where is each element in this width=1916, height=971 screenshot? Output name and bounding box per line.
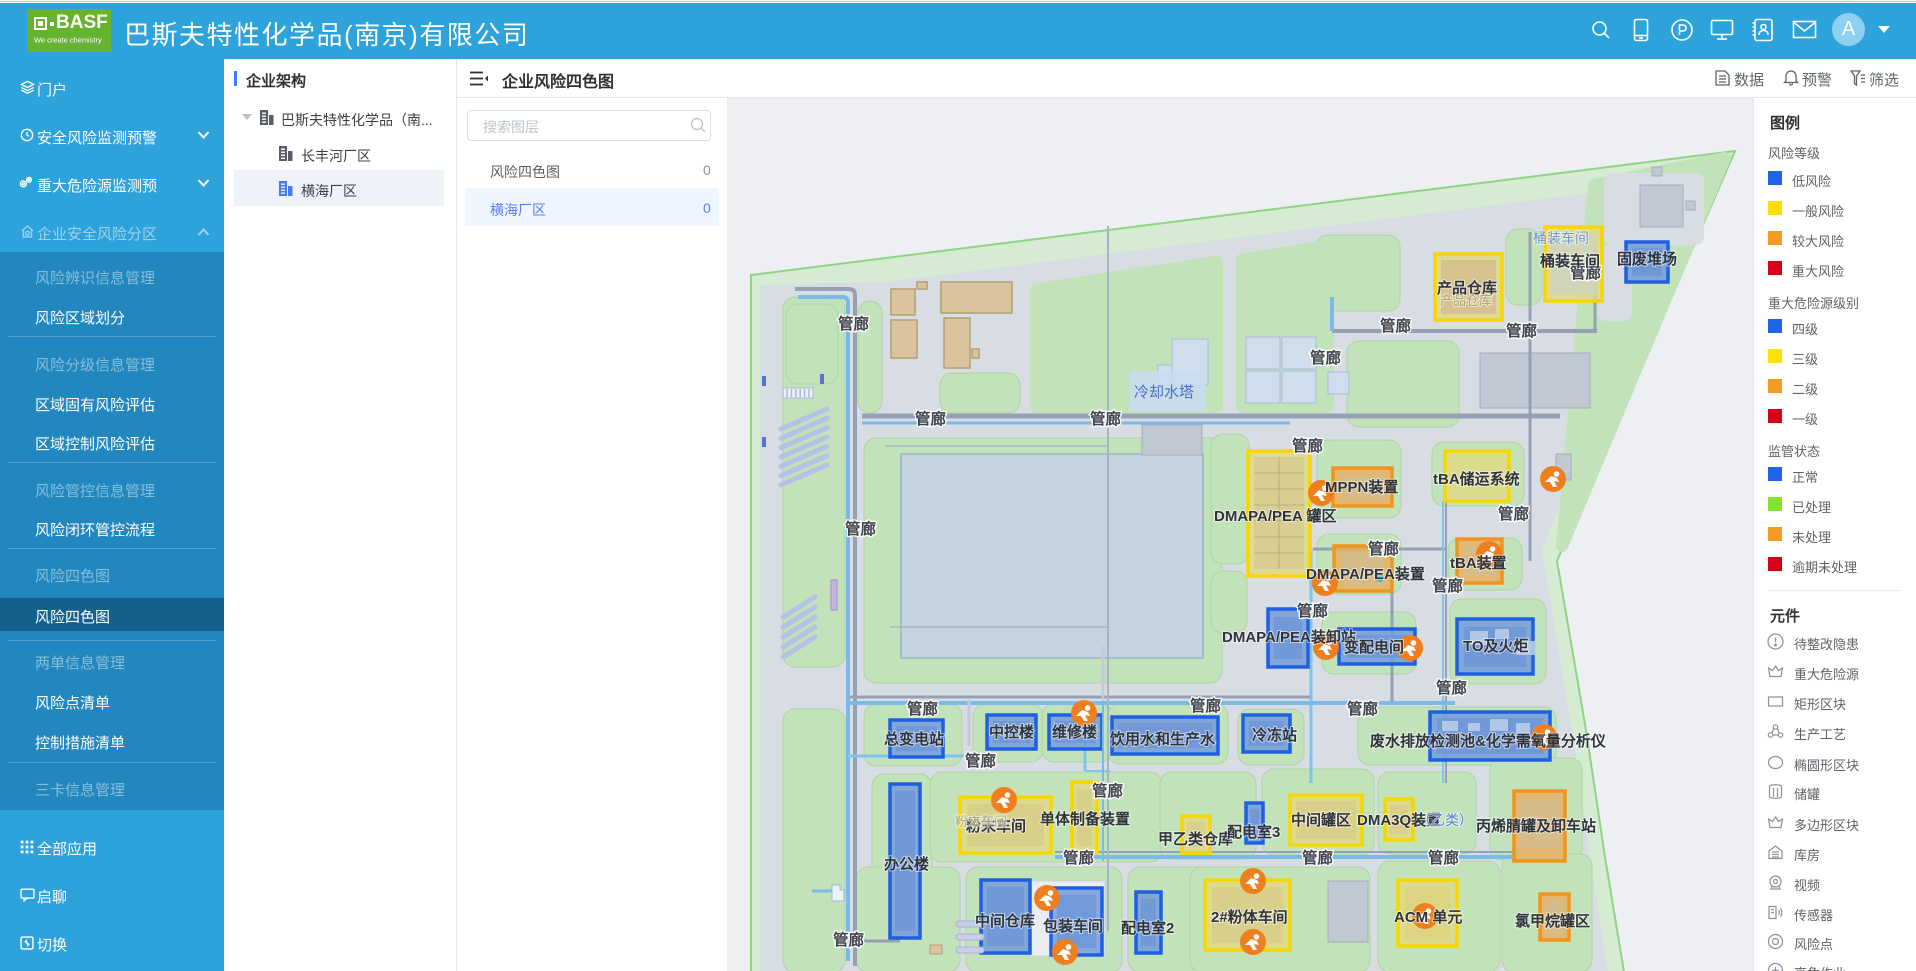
svg-text:管廊: 管廊 [1190,696,1222,715]
svg-text:管廊: 管廊 [915,409,947,428]
svg-text:总变电站: 总变电站 [884,730,944,748]
svg-text:管廊: 管廊 [1063,848,1095,867]
svg-text:TO及火炬: TO及火炬 [1463,637,1529,655]
svg-text:管廊: 管廊 [833,930,865,949]
svg-text:单体制备装置: 单体制备装置 [1040,810,1130,828]
svg-text:tBA储运系统: tBA储运系统 [1433,470,1520,488]
svg-text:中控楼: 中控楼 [989,723,1034,741]
svg-text:中间仓库: 中间仓库 [975,912,1035,930]
svg-text:固废堆场: 固废堆场 [1617,250,1677,268]
svg-text:管廊: 管廊 [1368,539,1400,558]
svg-text:办公楼: 办公楼 [884,855,929,873]
svg-text:管廊: 管廊 [1310,348,1342,367]
svg-text:管廊: 管廊 [1292,436,1324,455]
svg-text:管廊: 管廊 [1498,504,1530,523]
svg-text:冷冻站: 冷冻站 [1252,726,1297,744]
svg-text:粉末车间: 粉末车间 [955,814,1007,829]
svg-text:变配电间: 变配电间 [1344,638,1404,656]
svg-text:中间罐区: 中间罐区 [1291,811,1351,829]
svg-text:甲乙类仓库: 甲乙类仓库 [1158,830,1233,848]
svg-text:氯甲烷罐区: 氯甲烷罐区 [1515,912,1590,930]
svg-text:2#粉体车间: 2#粉体车间 [1211,908,1288,926]
svg-text:MPPN装置: MPPN装置 [1325,478,1398,496]
svg-text:管廊: 管廊 [1297,601,1329,620]
svg-text:DMAPA/PEA 罐区: DMAPA/PEA 罐区 [1214,507,1337,525]
svg-text:配电室2: 配电室2 [1121,919,1174,937]
svg-text:管廊: 管廊 [1302,848,1334,867]
svg-text:废水排放检测池&化学需氧量分析仪: 废水排放检测池&化学需氧量分析仪 [1370,732,1607,750]
svg-text:管廊: 管廊 [838,314,870,333]
svg-text:DMAPA/PEA装卸站: DMAPA/PEA装卸站 [1222,628,1356,646]
svg-text:tBA装置: tBA装置 [1450,554,1507,572]
svg-text:丙烯腈罐及卸车站: 丙烯腈罐及卸车站 [1476,817,1596,835]
svg-text:桶装车间: 桶装车间 [1540,252,1600,270]
svg-text:管廊: 管廊 [1436,678,1468,697]
svg-text:饮用水和生产水: 饮用水和生产水 [1109,730,1216,748]
svg-text:管廊: 管廊 [1092,781,1124,800]
svg-text:配电室3: 配电室3 [1227,823,1280,841]
svg-text:管廊: 管廊 [1347,699,1379,718]
svg-text:管廊: 管廊 [965,751,997,770]
svg-text:管廊: 管廊 [1506,321,1538,340]
svg-text:产品仓库: 产品仓库 [1440,293,1492,308]
svg-text:管廊: 管廊 [845,519,877,538]
svg-text:包装车间: 包装车间 [1043,917,1103,935]
svg-text:管廊: 管廊 [1380,316,1412,335]
svg-text:桶装车间: 桶装车间 [1533,230,1589,246]
svg-text:（乙类）: （乙类） [1417,812,1473,828]
svg-text:DMAPA/PEA装置: DMAPA/PEA装置 [1306,565,1425,583]
svg-text:管廊: 管廊 [1428,848,1460,867]
svg-text:管廊: 管廊 [1090,409,1122,428]
svg-text:ACM 单元: ACM 单元 [1394,908,1462,926]
svg-text:冷却水塔: 冷却水塔 [1134,384,1194,401]
svg-text:管廊: 管廊 [1432,576,1464,595]
svg-text:维修楼: 维修楼 [1052,723,1097,741]
svg-text:管廊: 管廊 [907,699,939,718]
